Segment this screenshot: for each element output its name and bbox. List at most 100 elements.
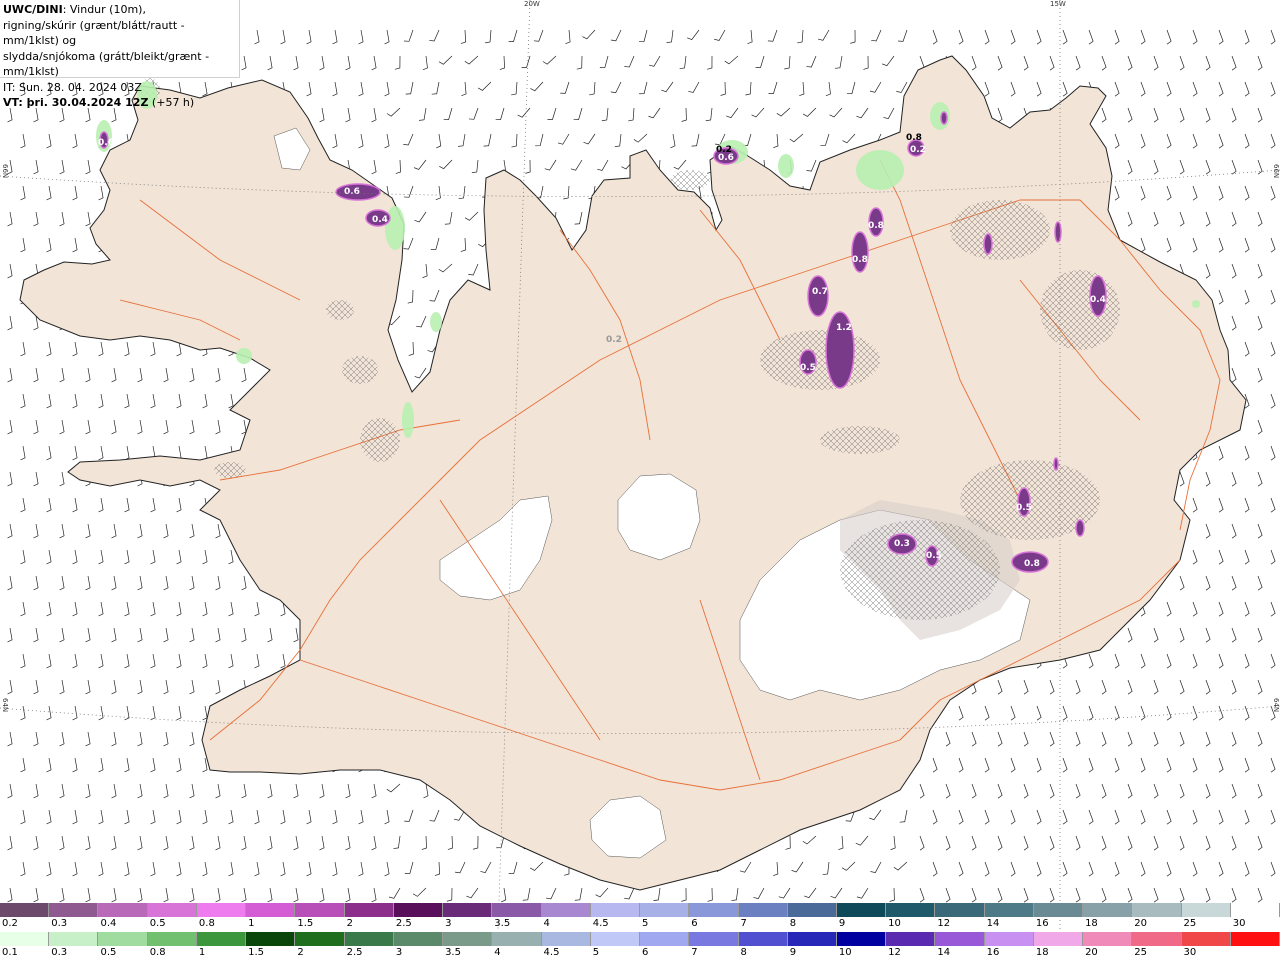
scale-label: 14 <box>937 947 951 958</box>
scale-label: 0.2 <box>2 918 18 929</box>
scale-label: 0.5 <box>100 947 117 958</box>
scale-label: 8 <box>740 947 747 958</box>
scale-swatch <box>640 903 690 917</box>
model-name: UWC/DINI <box>3 3 63 16</box>
scale-label: 10 <box>888 918 901 929</box>
scale-label: 6 <box>642 947 649 958</box>
scale-swatch <box>49 903 99 917</box>
scale-swatch <box>836 903 887 917</box>
scale-label: 3 <box>445 918 452 929</box>
scale-swatch <box>98 932 148 946</box>
scale-label: 7 <box>740 918 747 929</box>
scale-swatch <box>886 903 936 917</box>
scale-label: 18 <box>1035 947 1049 958</box>
scale-label: 2.5 <box>346 947 363 958</box>
scale-swatch <box>492 932 542 946</box>
snow-desc: slydda/snjókoma (grátt/bleikt/grænt - mm… <box>3 49 210 79</box>
scale-label: 0.4 <box>100 918 117 929</box>
scale-swatch <box>738 932 788 946</box>
precip-label: 0.6 <box>98 138 114 148</box>
scale-swatch <box>1181 903 1231 917</box>
scale-label: 20 <box>1134 918 1148 929</box>
scale-label: 1 <box>198 947 206 958</box>
scale-swatch <box>984 932 1034 946</box>
scale-label: 2 <box>297 947 304 958</box>
scale-swatch <box>541 903 591 917</box>
scale-label: 5 <box>592 947 600 958</box>
scale-swatch <box>836 932 887 946</box>
scale-swatch <box>0 932 50 946</box>
scale-swatch <box>1033 903 1084 917</box>
scale-label: 5 <box>642 918 649 929</box>
precip-label: 0.4 <box>372 215 388 225</box>
scale-swatch <box>541 932 591 946</box>
precip-label: 0.2 <box>606 335 622 345</box>
precip-label: 0.2 <box>716 145 732 155</box>
scale-label: 0.8 <box>198 918 215 929</box>
scale-swatch <box>886 932 936 946</box>
lon-label-15w: 15W <box>1050 0 1066 8</box>
scale-label: 16 <box>1035 918 1049 929</box>
lat-label-right-upper: 66N <box>1272 164 1280 179</box>
rain-scale-labels: 0.1 0.3 0.5 0.8 1 1.5 2 2.5 3 3.5 4 4.5 5 6 7 8 9 10 12 14 1… <box>0 947 1280 959</box>
scale-swatch <box>640 932 690 946</box>
scale-label: 3.5 <box>494 918 511 929</box>
precip-label: 1.2 <box>836 323 852 333</box>
scale-swatch <box>689 932 739 946</box>
scale-label: 10 <box>838 947 852 958</box>
scale-label: 1.5 <box>248 947 265 958</box>
scale-swatch <box>1181 932 1231 946</box>
scale-swatch <box>147 903 197 917</box>
scale-swatch <box>1230 932 1280 946</box>
scale-label: 9 <box>789 947 797 958</box>
scale-label: 20 <box>1085 947 1098 958</box>
scale-swatch <box>787 903 837 917</box>
scale-label: 0.8 <box>149 947 166 958</box>
scale-swatch <box>1132 932 1182 946</box>
scale-label: 4.5 <box>543 947 560 958</box>
scale-swatch <box>344 903 394 917</box>
scale-label: 30 <box>1183 947 1197 958</box>
init-time: IT: Sun. 28. 04. 2024 03Z <box>3 80 142 94</box>
scale-swatch <box>1132 903 1182 917</box>
precip-label: 0.7 <box>812 287 828 297</box>
scale-label: 9 <box>838 918 846 929</box>
precip-label: 0.8 <box>1024 559 1040 569</box>
precip-label: 0.2 <box>910 145 926 155</box>
scale-swatch <box>443 903 493 917</box>
lat-label-left-lower: 64N <box>1 698 9 713</box>
precip-label: 0.3 <box>894 539 910 549</box>
scale-swatch <box>295 932 345 946</box>
valid-time: VT: þri. 30.04.2024 12Z <box>3 96 149 109</box>
lat-label-right-lower: 64N <box>1272 698 1280 713</box>
scale-swatch <box>935 932 985 946</box>
scale-label: 14 <box>986 918 1000 929</box>
scale-swatch <box>295 903 345 917</box>
snow-scale-labels: 0.2 0.3 0.4 0.5 0.8 1 1.5 2 2.5 3 3.5 4 4.5 5 6 7 8 9 10 12… <box>0 918 1280 930</box>
scale-label: 0.5 <box>149 918 166 929</box>
scale-label: 25 <box>1183 918 1197 929</box>
scale-swatch <box>935 903 985 917</box>
scale-label: 2 <box>346 918 353 929</box>
scale-swatch <box>443 932 493 946</box>
map-canvas: 0.6 0.4 0.6 0.6 0.8 0.8 0.2 0.8 0.7 1.2 … <box>0 0 1280 931</box>
scale-label: 4.5 <box>592 918 609 929</box>
scale-swatch <box>1083 932 1133 946</box>
rain-desc: rigning/skúrir (grænt/blátt/rautt - mm/1… <box>3 18 185 48</box>
precip-label: 0.8 <box>868 221 884 231</box>
map-info-box: UWC/DINI: Vindur (10m), rigning/skúrir (… <box>0 0 240 109</box>
scale-label: 4 <box>494 947 501 958</box>
weather-map: 0.6 0.4 0.6 0.6 0.8 0.8 0.2 0.8 0.7 1.2 … <box>0 0 1280 960</box>
lead-time: (+57 h) <box>148 96 195 109</box>
scale-label: 4 <box>543 918 550 929</box>
scale-swatch <box>98 903 148 917</box>
snow-color-scale <box>0 903 1280 917</box>
scale-swatch <box>196 932 247 946</box>
scale-swatch <box>1230 903 1280 917</box>
scale-label: 25 <box>1134 947 1148 958</box>
scale-swatch <box>738 903 788 917</box>
scale-swatch <box>590 932 641 946</box>
scale-label: 3.5 <box>445 947 461 958</box>
field-desc: : Vindur (10m), <box>62 3 146 16</box>
scale-swatch <box>393 903 444 917</box>
